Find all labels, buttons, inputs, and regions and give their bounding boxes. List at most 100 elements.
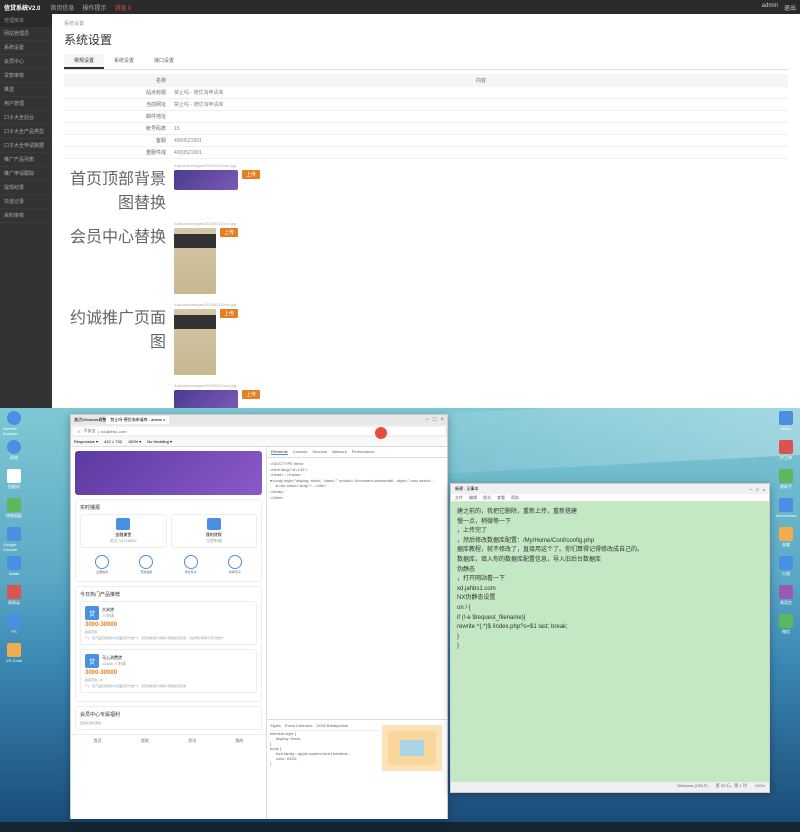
sidebar-item-kouzi-backend[interactable]: 口子大全后台 (0, 111, 52, 125)
nav-news[interactable]: 资讯 (188, 738, 196, 744)
devtools-styles[interactable]: Styles Event Listeners DOM Breakpoints e… (267, 719, 447, 819)
nav-tips[interactable]: 操作提示 (82, 3, 106, 12)
category-icon[interactable]: 芝麻信用 (139, 555, 153, 574)
ps-icon[interactable]: PS (3, 614, 25, 640)
mstsc-icon[interactable]: mstsc (775, 411, 797, 437)
device-throttle[interactable]: No throttling ▾ (147, 439, 172, 444)
upload-button[interactable]: 上传 (220, 309, 238, 318)
music-icon[interactable]: 网易云 (3, 585, 25, 611)
sidebar-item-promo-track[interactable]: 推广申请跟踪 (0, 167, 52, 181)
upload-button[interactable]: 上传 (242, 170, 260, 179)
huorong-icon[interactable]: 火绒 (775, 556, 797, 582)
row-label: 站点标题 (64, 89, 174, 96)
tab-network[interactable]: Network (332, 449, 347, 455)
row-value[interactable]: 禁止吗 - 德优淘申请库 (174, 89, 788, 96)
address-bar[interactable]: ⚠ 不安全 | xd.jahbs1.com (73, 427, 445, 435)
sidebar-item-docs-review[interactable]: 资料审核 (0, 209, 52, 223)
sidebar-item-admin[interactable]: 网站管理员 (0, 27, 52, 41)
notepad-textarea[interactable]: 建之前的，我把它删除，重新上传，重新搭建 慢一点，稍微等一下 ，上传完了 ，然后… (451, 502, 769, 782)
upload-button[interactable]: 上传 (242, 390, 260, 399)
menu-format[interactable]: 格式 (483, 495, 491, 501)
tab-system[interactable]: 系统设置 (104, 54, 144, 69)
device-select[interactable]: Responsive ▾ (74, 439, 98, 444)
tab-api[interactable]: 接口设置 (144, 54, 184, 69)
sidebar-item-withdraw[interactable]: 提现纪录 (0, 181, 52, 195)
tab-performance[interactable]: Performance (352, 449, 375, 455)
sidebar-item-settings[interactable]: 系统设置 (0, 41, 52, 55)
sidebar-item-recharge[interactable]: 充值记录 (0, 195, 52, 209)
helper-icon[interactable]: 禁助手 (775, 469, 797, 495)
control-icon[interactable]: 控制面板 (3, 498, 25, 524)
browser-titlebar[interactable]: 激活Windows调整 禁止吗·德优淘申请库 - admin x − □ × (71, 415, 447, 425)
elang-icon[interactable]: 易语言 (775, 585, 797, 611)
teamviewer-icon[interactable]: TeamViewer (775, 498, 797, 524)
nav-home[interactable]: 首页信息 (50, 3, 74, 12)
maximize-button[interactable]: □ (433, 417, 437, 423)
nav-alert[interactable]: 消息 0 (114, 3, 131, 12)
sidebar-item-kouzi-data[interactable]: 口子大全申请数据 (0, 139, 52, 153)
sidebar-item-loan-review[interactable]: 贷款审核 (0, 69, 52, 83)
guard-icon[interactable]: 护卫神 (775, 440, 797, 466)
sidebar-item-users[interactable]: 用户管理 (0, 97, 52, 111)
nav-home[interactable]: 首页 (94, 738, 102, 744)
loan-card[interactable]: 贷马上消费贷11486 人申请 3000-30000 额度范围 | 15 **1… (80, 649, 257, 693)
sidebar-item-kouzi-types[interactable]: 口子大全产品类型 (0, 125, 52, 139)
kingdee-icon[interactable]: 金蝶 (775, 527, 797, 553)
mobile-bottom-nav: 首页 贷款 资讯 我的 (71, 734, 266, 747)
sidebar: 管理菜单 网站管理员 系统设置 会员中心 贷款审核 推送 用户管理 口子大全后台… (0, 14, 52, 408)
row-label: 邮件地址 (64, 113, 174, 120)
devtools-html-tree[interactable]: <!DOCTYPE html> <html lang="zh-CN"> <hea… (267, 458, 447, 719)
logout-link[interactable]: 退出 (784, 3, 796, 12)
row-label: 当前网址 (64, 101, 174, 108)
close-button[interactable]: × (440, 417, 444, 423)
vscode-icon[interactable]: VS Code (3, 643, 25, 669)
row-label: 客服 (64, 137, 174, 144)
row-value[interactable]: 15 (174, 126, 788, 132)
menu-edit[interactable]: 编辑 (469, 495, 477, 501)
row-value[interactable]: 禁止吗 - 德优淘申请库 (174, 101, 788, 108)
menu-view[interactable]: 查看 (497, 495, 505, 501)
status-zoom: 100% (755, 783, 765, 791)
chrome-icon[interactable]: Google Chrome (3, 527, 25, 553)
maximize-button[interactable]: □ (756, 487, 758, 492)
menu-help[interactable]: 帮助 (511, 495, 519, 501)
device-dims[interactable]: 412 × 732 (104, 439, 122, 444)
nav-mine[interactable]: 我的 (235, 738, 243, 744)
menu-file[interactable]: 文件 (455, 495, 463, 501)
sidebar-item-promo-products[interactable]: 推广产品列表 (0, 153, 52, 167)
ie-icon[interactable]: Internet Explorer (3, 411, 25, 437)
stat-card[interactable]: 我的贷款立即申请 (171, 514, 258, 548)
category-icon[interactable]: 全部放款 (95, 555, 109, 574)
sidebar-item-members[interactable]: 会员中心 (0, 55, 52, 69)
tab-general[interactable]: 常规设置 (64, 54, 104, 69)
row-value[interactable]: 4000521001 (174, 138, 788, 144)
category-icon[interactable]: 新客专享 (228, 555, 242, 574)
stat-card[interactable]: 金融课堂关注 14716592 (80, 514, 167, 548)
taskbar[interactable] (0, 822, 800, 832)
mobile-preview[interactable]: 实时播报 金融课堂关注 14716592 我的贷款立即申请 全部放款 芝麻信用 … (71, 447, 266, 819)
user-label[interactable]: admin (762, 3, 778, 12)
network-icon[interactable]: 网络 (3, 440, 25, 466)
minimize-button[interactable]: − (750, 487, 752, 492)
minimize-button[interactable]: − (425, 417, 429, 423)
recycle-icon[interactable]: 回收站 (3, 469, 25, 495)
wechat-icon[interactable]: 微信 (775, 614, 797, 640)
loan-card[interactable]: 贷大米贷人申请 3000-30000 额度范围 **1、该产品实际放款以页面显示… (80, 601, 257, 645)
category-icon[interactable]: 学生专享 (184, 555, 198, 574)
nav-loan[interactable]: 贷款 (141, 738, 149, 744)
browser-tab[interactable]: 禁止吗·德优淘申请库 - admin x (106, 416, 169, 424)
sidebar-item-push[interactable]: 推送 (0, 83, 52, 97)
upload-button[interactable]: 上传 (220, 228, 238, 237)
safari-icon[interactable]: Safari (3, 556, 25, 582)
device-zoom[interactable]: 100% ▾ (128, 439, 141, 444)
img-path: /Uploads/images/20190313/xxx.jpg (174, 163, 260, 168)
tab-sources[interactable]: Sources (312, 449, 327, 455)
row-value[interactable]: 4000521001 (174, 150, 788, 156)
devtools-tabs: Elements Console Sources Network Perform… (267, 447, 447, 458)
tab-elements[interactable]: Elements (271, 449, 288, 455)
record-button[interactable] (375, 427, 387, 439)
page-title: 系统设置 (64, 31, 788, 48)
close-button[interactable]: × (763, 487, 765, 492)
notepad-titlebar[interactable]: 新建 - 记事本 − □ × (451, 484, 769, 494)
tab-console[interactable]: Console (293, 449, 308, 455)
